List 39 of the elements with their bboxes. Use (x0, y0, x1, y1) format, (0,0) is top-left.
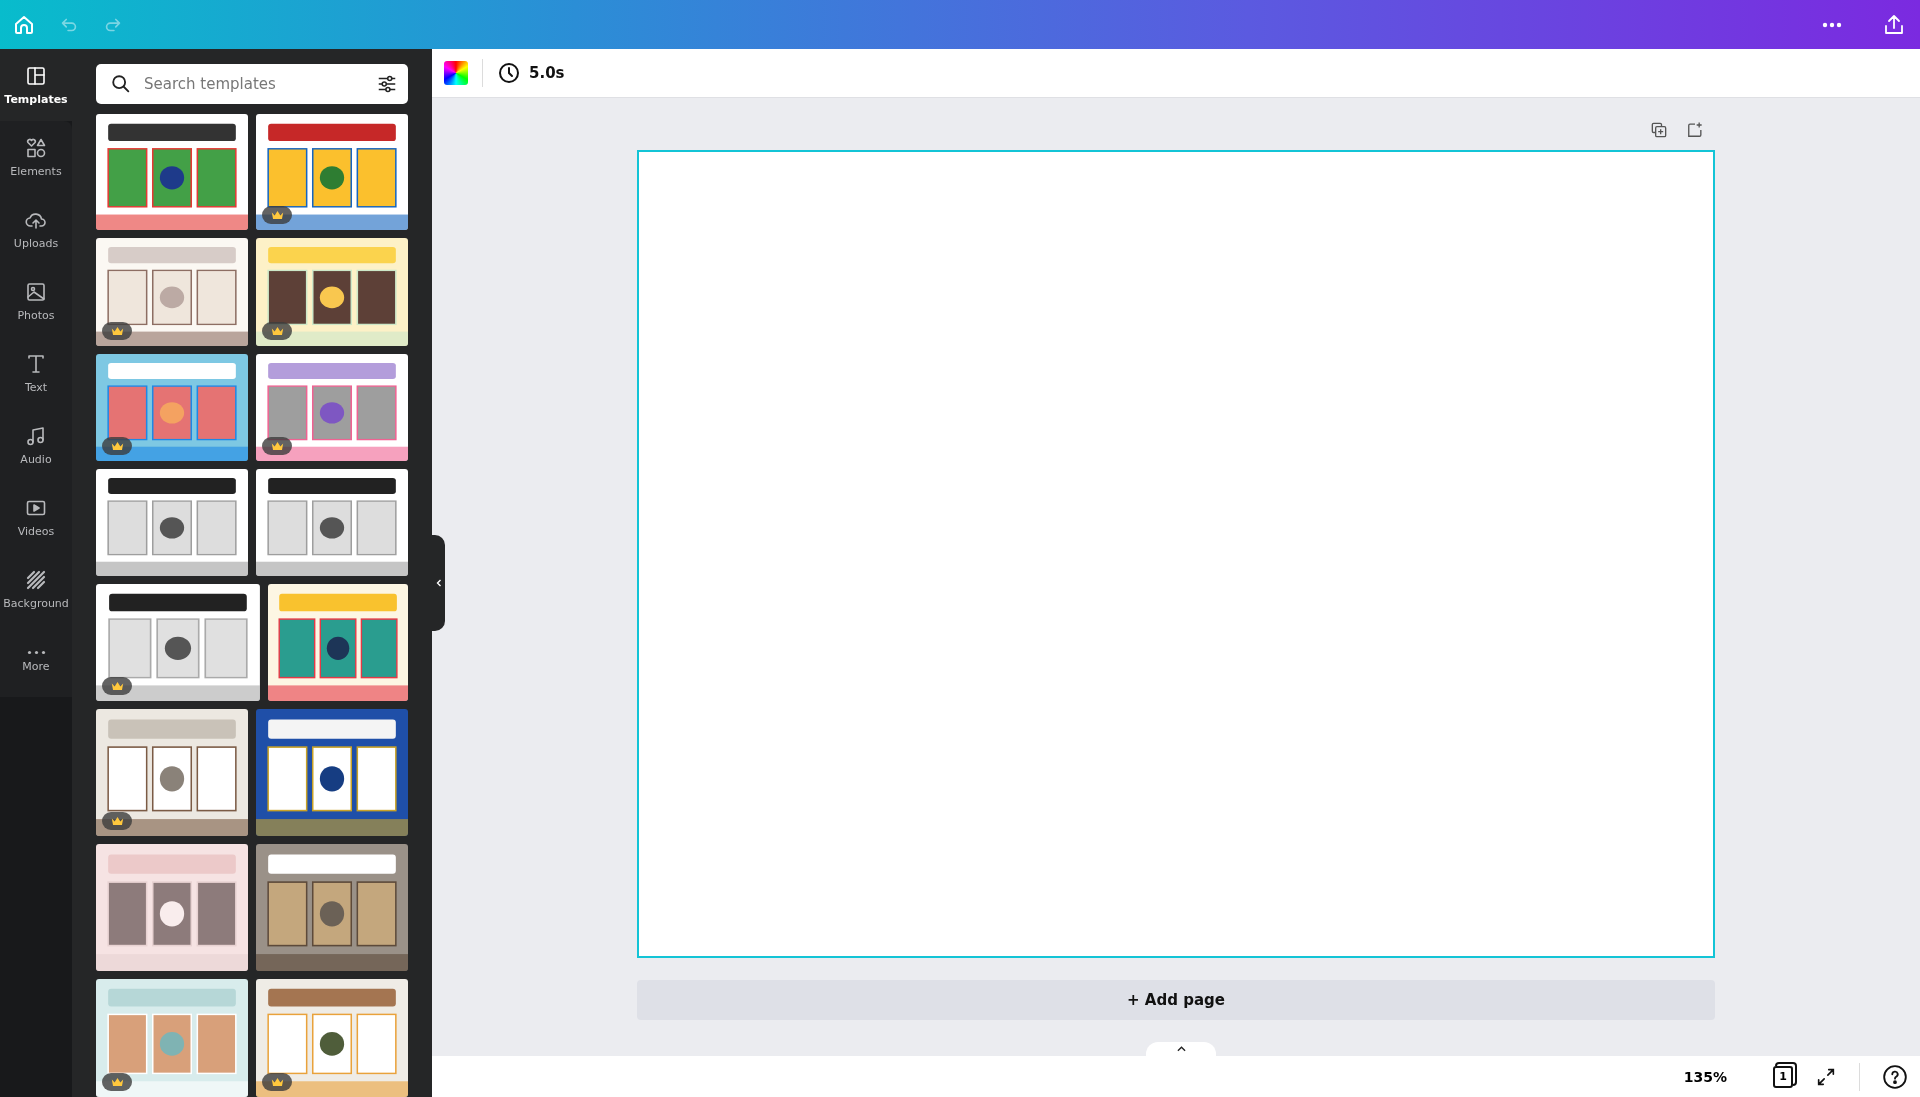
sidebar-tab[interactable]: Text (0, 337, 72, 409)
sidebar-tab[interactable]: Templates (0, 49, 72, 121)
zoom-level[interactable]: 135% (1683, 1068, 1727, 1085)
crown-badge (262, 322, 292, 340)
caret-up-icon (1176, 1046, 1186, 1052)
sidebar-tab[interactable]: Photos (0, 265, 72, 337)
clock-icon (497, 61, 521, 85)
filter-icon[interactable] (376, 73, 398, 95)
crown-badge (102, 677, 132, 695)
crown-badge (102, 1073, 132, 1091)
sidebar-tab[interactable]: Elements (0, 121, 72, 193)
crown-badge (102, 812, 132, 830)
collapse-panel-button[interactable] (432, 535, 445, 631)
crown-badge (102, 322, 132, 340)
share-icon[interactable] (1882, 12, 1906, 37)
shapes-icon (24, 136, 48, 160)
crown-badge (102, 437, 132, 455)
layout-icon (24, 64, 48, 88)
search-icon (110, 73, 132, 95)
crown-badge (262, 1073, 292, 1091)
add-page-icon[interactable] (1685, 120, 1705, 140)
duration-button[interactable]: 5.0s (497, 61, 565, 85)
crown-badge (262, 437, 292, 455)
image-icon (24, 280, 48, 304)
sidebar-tab[interactable]: Audio (0, 409, 72, 481)
sidebar-tab[interactable]: Background (0, 553, 72, 625)
add-page-button[interactable]: + Add page (637, 980, 1715, 1020)
duplicate-page-icon[interactable] (1649, 120, 1669, 140)
more-icon (26, 649, 46, 655)
help-icon[interactable] (1882, 1063, 1908, 1090)
more-icon[interactable] (1822, 21, 1842, 28)
color-picker-button[interactable] (444, 61, 468, 85)
crown-badge (262, 206, 292, 224)
sidebar-tab[interactable]: More (0, 625, 72, 697)
stripes-icon (24, 568, 48, 592)
sidebar-tab[interactable]: Videos (0, 481, 72, 553)
sidebar-tab[interactable]: Uploads (0, 193, 72, 265)
chevron-left-icon (435, 579, 442, 587)
search-field[interactable]: Search templates (96, 64, 408, 104)
